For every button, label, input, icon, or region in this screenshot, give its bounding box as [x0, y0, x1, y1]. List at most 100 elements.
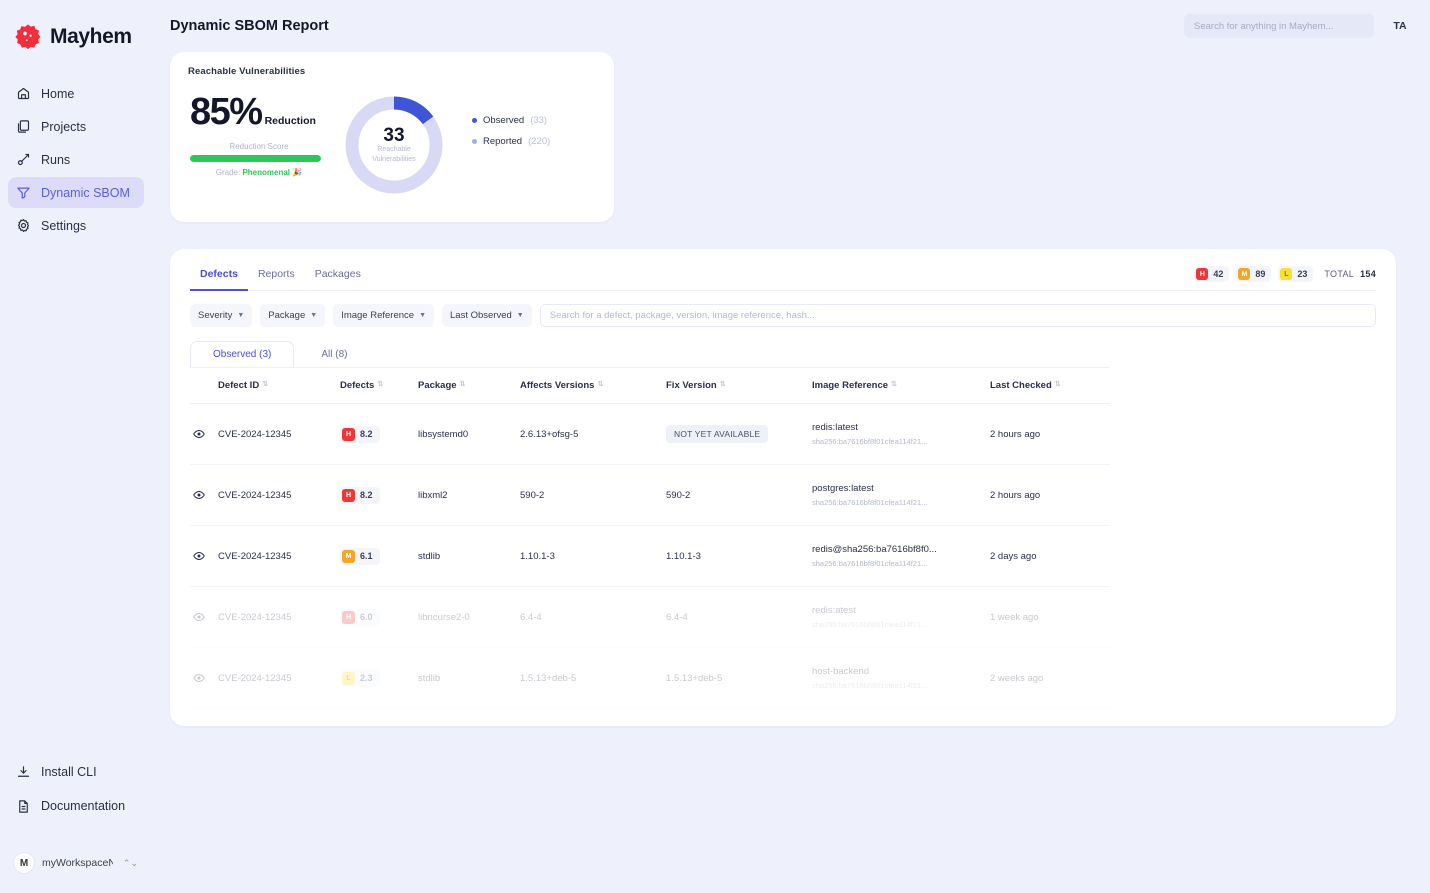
image-name: redis:atest — [812, 605, 856, 616]
filter-image-reference[interactable]: Image Reference ▼ — [333, 304, 434, 327]
sidebar-item-projects[interactable]: Projects — [8, 111, 144, 142]
sidebar-item-home[interactable]: Home — [8, 78, 144, 109]
filter-funnel-icon — [16, 185, 31, 200]
donut-legend: Observed (33) Reported (220) — [472, 115, 550, 147]
severity-score: 8.2 — [360, 429, 373, 439]
workspace-switcher[interactable]: M myWorkspaceName... ⌃⌄ — [8, 847, 144, 879]
legend-value: (33) — [530, 115, 548, 126]
cell-package: stdlib — [418, 672, 441, 684]
cell-last-checked: 1 week ago — [990, 611, 1039, 623]
download-icon — [16, 765, 31, 780]
cell-fix-version: 1.5.13+deb-5 — [666, 672, 723, 684]
row-visibility-toggle[interactable] — [190, 489, 218, 501]
table-row[interactable]: CVE-2024-12345 L 2.3 stdlib 1.5.13+deb-5 1.5.… — [190, 648, 1110, 709]
documentation-label: Documentation — [41, 799, 126, 813]
badge-count: 42 — [1213, 269, 1224, 279]
chevron-down-icon: ▼ — [237, 312, 245, 319]
brand[interactable]: Mayhem — [0, 12, 152, 58]
install-cli-link[interactable]: Install CLI — [8, 757, 144, 787]
col-package[interactable]: Package ⇅ — [418, 380, 520, 391]
tab-reports[interactable]: Reports — [248, 264, 305, 291]
table-row[interactable]: CVE-2024-12345 M 6.1 stdlib 1.10.1-3 1.10.1-3… — [190, 526, 1110, 587]
cell-severity: H 8.2 — [340, 486, 418, 504]
severity-square: H — [342, 488, 355, 502]
sidebar-item-settings[interactable]: Settings — [8, 210, 144, 241]
user-avatar[interactable]: TA — [1388, 14, 1412, 38]
cell-fix-version: 590-2 — [666, 489, 691, 501]
col-fix-version[interactable]: Fix Version ⇅ — [666, 380, 812, 391]
image-name: host-backend — [812, 666, 870, 677]
sidebar-item-dynamic-sbom[interactable]: Dynamic SBOM — [8, 177, 144, 208]
sidebar-nav: Home Projects Runs Dynamic SBOM Settings — [0, 78, 152, 241]
legend-label: Reported — [483, 136, 523, 147]
image-name: redis@sha256:ba7616bf8f0... — [812, 544, 937, 555]
reduction-bar-caption: Reduction Score — [229, 142, 289, 151]
cell-last-checked: 2 hours ago — [990, 489, 1041, 501]
total-value: 154 — [1360, 269, 1376, 279]
row-visibility-toggle[interactable] — [190, 550, 218, 562]
table-row[interactable]: CVE-2024-12345 H 8.2 libsystemd0 2.6.13+ofsg… — [190, 404, 1110, 465]
card-title: Reachable Vulnerabilities — [188, 66, 306, 77]
reduction-progress-fill — [190, 155, 321, 162]
global-search-input[interactable] — [1184, 14, 1374, 38]
col-affects-versions[interactable]: Affects Versions ⇅ — [520, 380, 666, 391]
tab-packages[interactable]: Packages — [305, 264, 371, 291]
filter-package[interactable]: Package ▼ — [260, 304, 326, 327]
filter-severity[interactable]: Severity ▼ — [190, 304, 253, 327]
sort-icon: ⇅ — [719, 381, 726, 389]
severity-chip: H 8.2 — [340, 425, 380, 443]
cell-package: libxml2 — [418, 489, 448, 501]
badge-low[interactable]: L 23 — [1278, 266, 1314, 282]
subtab-observed[interactable]: Observed (3) — [190, 341, 295, 367]
donut-sublabel-1: Reachable — [377, 145, 411, 153]
col-last-checked[interactable]: Last Checked ⇅ — [990, 380, 1100, 391]
row-visibility-toggle[interactable] — [190, 611, 218, 623]
donut-chart: 33 Reachable Vulnerabilities — [342, 93, 450, 197]
sidebar-bottom: Install CLI Documentation M myWorkspaceN… — [0, 757, 152, 893]
severity-score: 8.2 — [360, 490, 373, 500]
badge-medium[interactable]: M 89 — [1236, 266, 1272, 282]
cell-package: libncurse2-0 — [418, 611, 470, 623]
cell-severity: H 6.0 — [340, 608, 418, 626]
reduction-score-block: 85% Reduction Reduction Score Grade: Phe… — [188, 93, 328, 177]
defect-search-input[interactable] — [539, 304, 1376, 327]
severity-score: 6.1 — [360, 551, 373, 561]
sidebar-item-label: Runs — [41, 152, 71, 167]
donut-center: 33 Reachable Vulnerabilities — [342, 93, 446, 197]
severity-square-medium: M — [1238, 268, 1251, 280]
cell-affects-versions: 2.6.13+ofsg-5 — [520, 428, 579, 440]
severity-chip: M 6.1 — [340, 547, 380, 565]
severity-square: H — [342, 427, 355, 441]
runs-icon — [16, 152, 31, 167]
panel-tabs: Defects Reports Packages — [190, 263, 371, 291]
total-label: TOTAL — [1324, 269, 1355, 279]
donut-sublabel-2: Vulnerabilities — [372, 155, 416, 163]
col-defects[interactable]: Defects ⇅ — [340, 380, 418, 391]
table-row[interactable]: CVE-2024-12345 H 8.2 libxml2 590-2 590-2 postg… — [190, 465, 1110, 526]
cell-defect-id: CVE-2024-12345 — [218, 611, 292, 623]
badge-high[interactable]: H 42 — [1194, 266, 1230, 282]
cell-defect-id: CVE-2024-12345 — [218, 672, 292, 684]
subtab-all[interactable]: All (8) — [298, 341, 370, 367]
col-defect-id[interactable]: Defect ID ⇅ — [218, 380, 340, 391]
tab-defects[interactable]: Defects — [190, 264, 248, 291]
row-visibility-toggle[interactable] — [190, 672, 218, 684]
home-icon — [16, 86, 31, 101]
filter-last-observed[interactable]: Last Observed ▼ — [442, 304, 532, 327]
total-count: TOTAL 154 — [1324, 269, 1376, 279]
cell-affects-versions: 1.5.13+deb-5 — [520, 672, 577, 684]
cell-affects-versions: 590-2 — [520, 489, 545, 501]
col-image-reference[interactable]: Image Reference ⇅ — [812, 380, 990, 391]
table-row[interactable]: CVE-2024-12345 H 6.0 libncurse2-0 6.4-4 6.4-4… — [190, 587, 1110, 648]
severity-square: M — [342, 549, 355, 563]
severity-chip: L 2.3 — [340, 669, 380, 687]
content: Reachable Vulnerabilities 85% Reduction … — [152, 52, 1430, 893]
sidebar-item-runs[interactable]: Runs — [8, 144, 144, 175]
severity-badges: H 42 M 89 L 23 TOTAL 154 — [1194, 263, 1376, 282]
chevron-down-icon: ▼ — [516, 312, 524, 319]
panel-header: Defects Reports Packages H 42 M 89 L 23 … — [170, 249, 1396, 291]
cell-severity: H 8.2 — [340, 425, 418, 443]
col-label: Affects Versions — [520, 380, 595, 391]
row-visibility-toggle[interactable] — [190, 428, 218, 440]
documentation-link[interactable]: Documentation — [8, 791, 144, 821]
